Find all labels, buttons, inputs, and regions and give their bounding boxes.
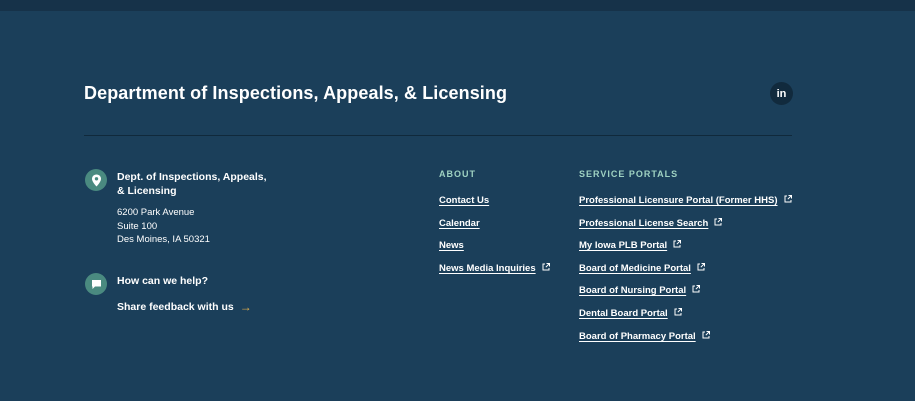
about-links: Contact Us Calendar News News Media Inqu… <box>439 195 550 285</box>
about-link-calendar[interactable]: Calendar <box>439 218 480 229</box>
address-line-2: Suite 100 <box>117 220 158 232</box>
about-link-contact-us[interactable]: Contact Us <box>439 195 489 206</box>
portal-link-professional-licensure[interactable]: Professional Licensure Portal (Former HH… <box>579 195 792 206</box>
link-label: Board of Nursing Portal <box>579 285 687 297</box>
footer-divider <box>84 135 792 136</box>
link-label: Professional Licensure Portal (Former HH… <box>579 195 778 206</box>
external-link-icon <box>714 217 723 229</box>
list-item: Professional Licensure Portal (Former HH… <box>579 195 792 218</box>
list-item: News <box>439 240 550 263</box>
about-link-news-media-inquiries[interactable]: News Media Inquiries <box>439 262 550 274</box>
external-link-icon <box>673 240 682 251</box>
list-item: Calendar <box>439 218 550 241</box>
external-link-icon <box>702 330 710 342</box>
link-label: Calendar <box>439 217 480 229</box>
address-line-1: 6200 Park Avenue <box>117 207 195 218</box>
list-item: News Media Inquiries <box>439 262 550 286</box>
location-pin-icon <box>85 169 107 191</box>
list-item: Board of Nursing Portal <box>579 285 792 308</box>
address-line-3: Des Moines, IA 50321 <box>117 234 210 245</box>
list-item: Professional License Search <box>579 217 792 241</box>
portal-link-dental-board[interactable]: Dental Board Portal <box>579 307 682 319</box>
link-label: My Iowa PLB Portal <box>579 240 668 252</box>
link-label: Board of Medicine Portal <box>579 262 691 274</box>
list-item: Board of Pharmacy Portal <box>579 330 792 354</box>
link-label: News <box>439 240 464 252</box>
address-name: Dept. of Inspections, Appeals, & Licensi… <box>117 171 267 197</box>
list-item: Contact Us <box>439 195 550 218</box>
org-title: Department of Inspections, Appeals, & Li… <box>84 83 508 103</box>
link-label: Dental Board Portal <box>579 307 668 319</box>
top-strip <box>0 0 915 11</box>
portal-link-board-of-medicine[interactable]: Board of Medicine Portal <box>579 262 705 274</box>
list-item: Board of Medicine Portal <box>579 262 792 286</box>
link-label: Professional License Search <box>579 217 709 229</box>
external-link-icon <box>674 307 682 319</box>
linkedin-icon[interactable]: in <box>770 82 793 105</box>
address-lines: 6200 Park Avenue Suite 100 Des Moines, I… <box>117 206 210 247</box>
chat-bubble-icon <box>85 273 107 295</box>
list-item: Dental Board Portal <box>579 307 792 331</box>
external-link-icon <box>692 285 701 296</box>
list-item: My Iowa PLB Portal <box>579 240 792 263</box>
link-label: Contact Us <box>439 195 490 206</box>
external-link-icon <box>542 262 550 274</box>
about-heading: ABOUT <box>439 169 476 179</box>
share-feedback-link[interactable]: Share feedback with us → <box>117 301 252 313</box>
portal-link-board-of-nursing[interactable]: Board of Nursing Portal <box>579 285 701 297</box>
portal-link-license-search[interactable]: Professional License Search <box>579 217 723 229</box>
external-link-icon <box>697 262 705 274</box>
help-title: How can we help? <box>117 275 209 287</box>
link-label: Board of Pharmacy Portal <box>579 330 696 342</box>
service-portal-links: Professional Licensure Portal (Former HH… <box>579 195 792 353</box>
share-feedback-label: Share feedback with us <box>117 301 234 313</box>
portal-link-my-iowa-plb[interactable]: My Iowa PLB Portal <box>579 240 682 252</box>
arrow-right-icon: → <box>239 300 252 314</box>
about-link-news[interactable]: News <box>439 240 464 251</box>
portal-link-board-of-pharmacy[interactable]: Board of Pharmacy Portal <box>579 330 710 342</box>
link-label: News Media Inquiries <box>439 262 536 274</box>
external-link-icon <box>784 195 792 206</box>
service-portals-heading: SERVICE PORTALS <box>579 169 679 179</box>
